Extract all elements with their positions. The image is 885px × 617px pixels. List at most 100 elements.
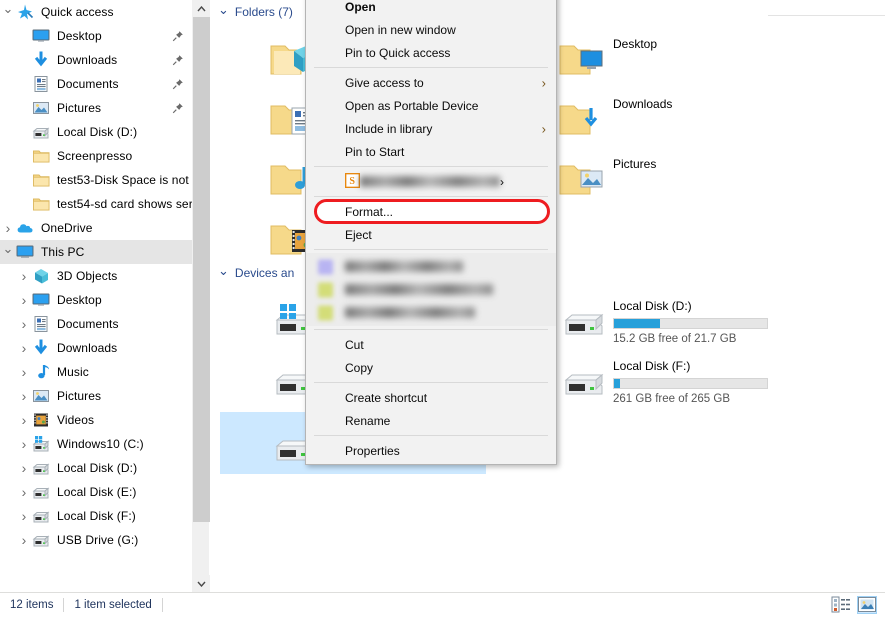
- menu-item-rename[interactable]: Rename: [306, 409, 556, 432]
- pin-icon[interactable]: [172, 30, 184, 42]
- chevron-right-icon[interactable]: [16, 461, 32, 476]
- menu-item-obscured[interactable]: [306, 255, 556, 278]
- nav-item-music[interactable]: Music: [0, 360, 192, 384]
- menu-item-label: Cut: [345, 337, 364, 352]
- menu-item-copy[interactable]: Copy: [306, 356, 556, 379]
- chevron-right-icon[interactable]: [16, 317, 32, 332]
- pin-icon[interactable]: [172, 54, 184, 66]
- drive-tile-local-disk-f[interactable]: Local Disk (F:) 261 GB free of 265 GB: [547, 352, 803, 410]
- pin-icon[interactable]: [172, 78, 184, 90]
- scroll-down-button[interactable]: [193, 575, 210, 592]
- large-icons-view-button[interactable]: [857, 596, 877, 614]
- desktop-icon: [32, 291, 52, 309]
- menu-item-include-in-library[interactable]: Include in library ›: [306, 117, 556, 140]
- nav-item-desktop[interactable]: Desktop: [0, 24, 192, 48]
- nav-item-downloads[interactable]: Downloads: [0, 48, 192, 72]
- nav-item-usb-drive-g[interactable]: USB Drive (G:): [0, 528, 192, 552]
- menu-item-cut[interactable]: Cut: [306, 333, 556, 356]
- drive-icon: [32, 531, 52, 549]
- menu-item-open[interactable]: Open: [306, 0, 556, 18]
- chevron-right-icon[interactable]: [16, 533, 32, 548]
- menu-item-pin-to-start[interactable]: Pin to Start: [306, 140, 556, 163]
- chevron-right-icon[interactable]: [16, 365, 32, 380]
- group-header-devices[interactable]: ⌄ Devices an: [218, 263, 295, 281]
- nav-item-local-disk-f[interactable]: Local Disk (F:): [0, 504, 192, 528]
- folder-tile-pictures[interactable]: Pictures: [547, 150, 803, 208]
- chevron-right-icon[interactable]: [16, 509, 32, 524]
- menu-item-give-access-to[interactable]: Give access to ›: [306, 71, 556, 94]
- chevron-right-icon[interactable]: [16, 293, 32, 308]
- chevron-right-icon[interactable]: [16, 269, 32, 284]
- menu-item-format[interactable]: Format...: [306, 200, 556, 223]
- drive-context-menu[interactable]: Open Open in new window Pin to Quick acces…: [305, 0, 557, 465]
- scroll-up-button[interactable]: [193, 0, 210, 17]
- details-view-button[interactable]: [831, 596, 851, 614]
- chevron-right-icon[interactable]: [16, 413, 32, 428]
- chevron-right-icon: ›: [541, 121, 546, 136]
- nav-item-quick-access[interactable]: Quick access: [0, 0, 192, 24]
- menu-item-label: Format...: [345, 204, 394, 219]
- status-item-count: 12 items: [10, 599, 54, 611]
- menu-item-properties[interactable]: Properties: [306, 439, 556, 462]
- nav-item-label: Local Disk (F:): [57, 509, 136, 523]
- drive-capacity-text: 261 GB free of 265 GB: [613, 393, 730, 405]
- menu-item-pin-to-quick-access[interactable]: Pin to Quick access: [306, 41, 556, 64]
- folder-icon: [32, 195, 52, 213]
- nav-item-test54-sd-card-shows-sercu[interactable]: test54-sd card shows sercu: [0, 192, 192, 216]
- scrollbar-thumb[interactable]: [193, 17, 210, 522]
- nav-item-local-disk-e[interactable]: Local Disk (E:): [0, 480, 192, 504]
- nav-item-local-disk-d[interactable]: Local Disk (D:): [0, 456, 192, 480]
- menu-item-label-blurred: [345, 261, 463, 272]
- menu-item-obscured[interactable]: [306, 301, 556, 324]
- nav-item-documents[interactable]: Documents: [0, 72, 192, 96]
- documents-icon: [32, 315, 52, 333]
- nav-item-videos[interactable]: Videos: [0, 408, 192, 432]
- chevron-right-icon[interactable]: [16, 389, 32, 404]
- chevron-down-icon[interactable]: [0, 5, 16, 19]
- nav-item-screenpresso[interactable]: Screenpresso: [0, 144, 192, 168]
- menu-item-label: Copy: [345, 360, 374, 375]
- folder-tile-desktop[interactable]: Desktop: [547, 30, 803, 88]
- menu-item-obscured[interactable]: S ›: [306, 170, 556, 193]
- chevron-right-icon[interactable]: [16, 437, 32, 452]
- nav-item-onedrive[interactable]: OneDrive: [0, 216, 192, 240]
- folder-icon: [32, 147, 52, 165]
- nav-item-test53-disk-space-is-not-er[interactable]: test53-Disk Space is not Er: [0, 168, 192, 192]
- menu-item-obscured[interactable]: [306, 278, 556, 301]
- navigation-pane[interactable]: Quick access Desktop Downloads Documents Pic…: [0, 0, 192, 592]
- nav-item-label: 3D Objects: [57, 269, 118, 283]
- navigation-pane-scrollbar[interactable]: [192, 0, 210, 592]
- pin-icon[interactable]: [172, 102, 184, 114]
- menu-item-create-shortcut[interactable]: Create shortcut: [306, 386, 556, 409]
- nav-item-this-pc[interactable]: This PC: [0, 240, 192, 264]
- nav-item-documents[interactable]: Documents: [0, 312, 192, 336]
- drive-capacity-fill: [614, 379, 621, 388]
- nav-item-label: Desktop: [57, 293, 102, 307]
- videos-icon: [32, 411, 52, 429]
- menu-group-obscured[interactable]: [306, 253, 556, 326]
- nav-item-local-disk-d[interactable]: Local Disk (D:): [0, 120, 192, 144]
- nav-item-downloads[interactable]: Downloads: [0, 336, 192, 360]
- group-header-label: Devices an: [234, 266, 295, 280]
- view-toggle-group[interactable]: [831, 596, 877, 614]
- chevron-down-icon[interactable]: [0, 245, 16, 259]
- status-separator: [161, 598, 163, 612]
- nav-item-desktop[interactable]: Desktop: [0, 288, 192, 312]
- menu-item-open-in-new-window[interactable]: Open in new window: [306, 18, 556, 41]
- menu-item-eject[interactable]: Eject: [306, 223, 556, 246]
- group-header-folders[interactable]: ⌄ Folders (7): [218, 2, 293, 20]
- nav-item-pictures[interactable]: Pictures: [0, 384, 192, 408]
- desktop-icon: [32, 27, 52, 45]
- chevron-right-icon[interactable]: [16, 341, 32, 356]
- menu-separator: [314, 67, 548, 68]
- nav-item-pictures[interactable]: Pictures: [0, 96, 192, 120]
- folder-tile-downloads[interactable]: Downloads: [547, 90, 803, 148]
- nav-item-3d-objects[interactable]: 3D Objects: [0, 264, 192, 288]
- drive-tile-local-disk-d[interactable]: Local Disk (D:) 15.2 GB free of 21.7 GB: [547, 292, 803, 350]
- menu-item-open-as-portable-device[interactable]: Open as Portable Device: [306, 94, 556, 117]
- downloads-icon: [32, 339, 52, 357]
- chevron-right-icon[interactable]: [0, 221, 16, 236]
- chevron-right-icon[interactable]: [16, 485, 32, 500]
- nav-item-windows10-c[interactable]: Windows10 (C:): [0, 432, 192, 456]
- menu-separator: [314, 249, 548, 250]
